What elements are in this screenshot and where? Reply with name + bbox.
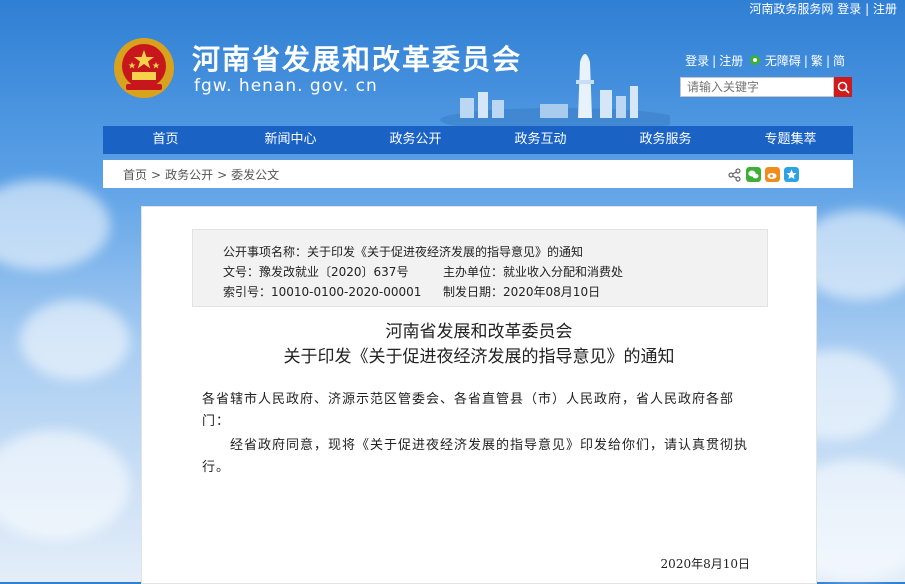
cloud-decoration <box>0 430 130 540</box>
breadcrumb-separator: > <box>151 168 162 182</box>
document-addressees: 各省辖市人民政府、济源示范区管委会、各省直管县（市）人民政府，省人民政府各部门： <box>202 392 735 429</box>
traditional-chinese-link[interactable]: 繁 <box>811 54 823 68</box>
breadcrumb-separator: > <box>217 168 228 182</box>
breadcrumb-gov-affairs[interactable]: 政务公开 <box>165 168 213 182</box>
separator: | <box>865 2 870 16</box>
gov-service-link[interactable]: 河南政务服务网 <box>749 2 833 16</box>
weibo-icon[interactable] <box>765 167 780 182</box>
nav-item-news[interactable]: 新闻中心 <box>228 126 353 154</box>
breadcrumb-bar: 首页 > 政务公开 > 委发公文 <box>103 160 853 188</box>
meta-publish-date: 制发日期：2020年08月10日 <box>443 285 601 299</box>
meta-item-name: 公开事项名称：关于印发《关于促进夜经济发展的指导意见》的通知 <box>223 245 584 259</box>
top-login-link[interactable]: 登录 <box>837 2 861 16</box>
cloud-decoration <box>0 180 110 270</box>
document-body-paragraph: 经省政府同意，现将《关于促进夜经济发展的指导意见》印发给你们，请认真贯彻执行。 <box>202 438 749 475</box>
simplified-chinese-link[interactable]: 简 <box>833 54 845 68</box>
meta-doc-number: 文号：豫发改就业〔2020〕637号 <box>223 265 409 279</box>
document-date: 2020年8月10日 <box>660 557 750 571</box>
national-emblem-icon <box>114 38 174 98</box>
site-domain: fgw. henan. gov. cn <box>194 76 378 96</box>
nav-item-interaction[interactable]: 政务互动 <box>478 126 603 154</box>
city-skyline-illustration <box>440 54 670 126</box>
search-box <box>680 77 852 97</box>
cloud-decoration <box>20 300 130 380</box>
separator: | <box>803 54 808 68</box>
search-icon <box>837 81 850 94</box>
document-meta-box: 公开事项名称：关于印发《关于促进夜经济发展的指导意见》的通知 文号：豫发改就业〔… <box>192 229 768 307</box>
meta-index-number: 索引号：10010-0100-2020-00001 <box>223 285 422 299</box>
top-bar: 河南政务服务网 登录 | 注册 <box>741 0 905 18</box>
accessible-link[interactable]: 无障碍 <box>765 54 801 68</box>
top-register-link[interactable]: 注册 <box>873 2 897 16</box>
search-input[interactable] <box>680 77 834 97</box>
user-links: 登录 | 注册 无障碍 | 繁 | 简 <box>685 52 845 69</box>
document-title: 关于印发《关于促进夜经济发展的指导意见》的通知 <box>283 347 675 367</box>
main-nav: 首页 新闻中心 政务公开 政务互动 政务服务 专题集萃 <box>103 126 853 154</box>
login-link[interactable]: 登录 <box>685 54 709 68</box>
document-issuer-title: 河南省发展和改革委员会 <box>385 322 573 342</box>
register-link[interactable]: 注册 <box>719 54 743 68</box>
meta-host-unit: 主办单位：就业收入分配和消费处 <box>443 265 624 279</box>
nav-item-home[interactable]: 首页 <box>103 126 228 154</box>
article-panel: 公开事项名称：关于印发《关于促进夜经济发展的指导意见》的通知 文号：豫发改就业〔… <box>141 206 817 584</box>
share-icon[interactable] <box>728 167 742 182</box>
nav-item-gov-affairs[interactable]: 政务公开 <box>353 126 478 154</box>
breadcrumb-home[interactable]: 首页 <box>123 168 147 182</box>
breadcrumb-documents[interactable]: 委发公文 <box>231 168 279 182</box>
breadcrumb: 首页 > 政务公开 > 委发公文 <box>123 166 279 183</box>
nav-item-services[interactable]: 政务服务 <box>603 126 728 154</box>
qzone-icon[interactable] <box>784 167 799 182</box>
separator: | <box>825 54 830 68</box>
accessibility-icon <box>750 55 761 65</box>
wechat-icon[interactable] <box>746 167 761 182</box>
search-button[interactable] <box>834 77 852 97</box>
nav-item-topics[interactable]: 专题集萃 <box>728 126 853 154</box>
share-buttons <box>728 167 799 182</box>
separator: | <box>712 54 717 68</box>
